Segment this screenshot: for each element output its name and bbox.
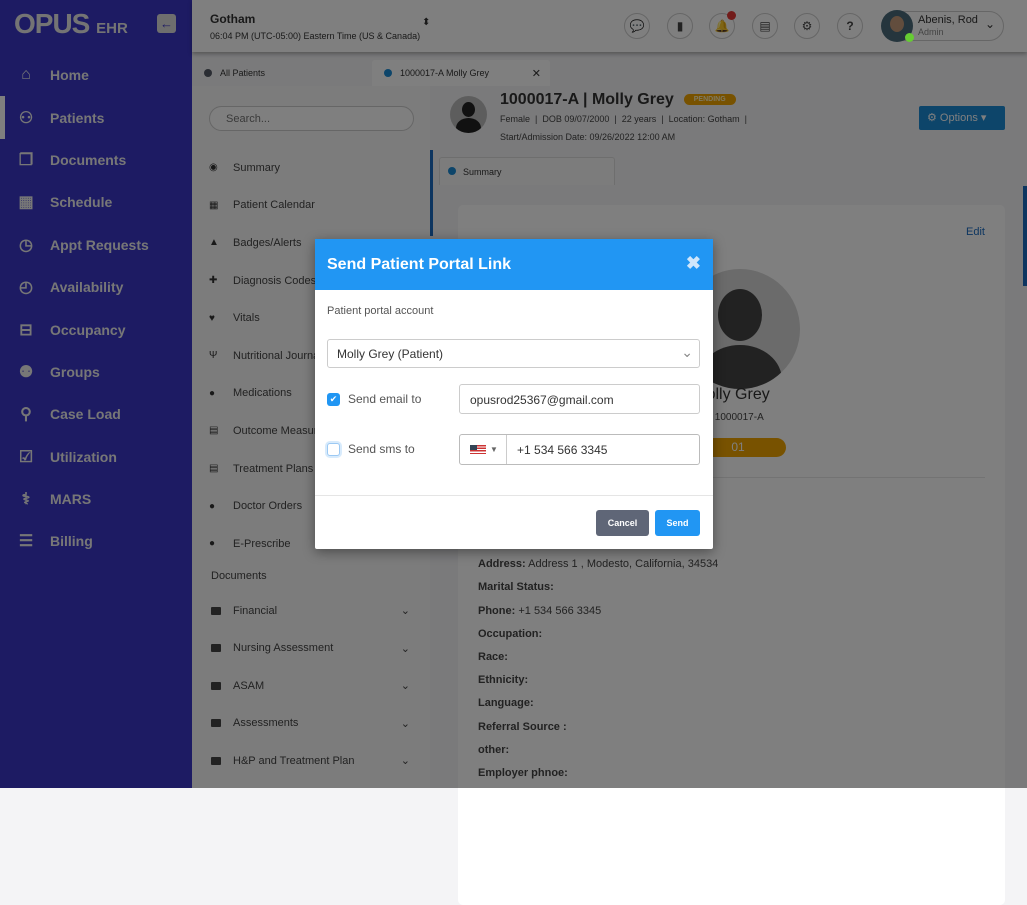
- chevron-down-icon: ⌄: [681, 344, 693, 360]
- online-status-icon: [905, 33, 914, 42]
- account-value: Molly Grey (Patient): [337, 347, 444, 361]
- sms-label: Send sms to: [348, 442, 415, 456]
- sms-checkbox[interactable]: [327, 442, 340, 456]
- email-checkbox[interactable]: ✔: [327, 392, 340, 406]
- email-label: Send email to: [348, 392, 422, 406]
- cancel-button[interactable]: Cancel: [596, 510, 649, 536]
- email-field[interactable]: opusrod25367@gmail.com: [459, 384, 700, 414]
- modal-header: Send Patient Portal Link ✖: [315, 239, 713, 290]
- modal-footer-divider: [315, 495, 713, 496]
- phone-input[interactable]: +1 534 566 3345: [517, 443, 607, 457]
- phone-field: ▼ +1 534 566 3345: [459, 434, 700, 465]
- modal-title: Send Patient Portal Link: [327, 256, 512, 273]
- email-value: opusrod25367@gmail.com: [470, 393, 614, 407]
- send-portal-link-modal: Send Patient Portal Link ✖ Patient portal…: [315, 239, 713, 549]
- sms-checkbox-row[interactable]: Send sms to: [327, 442, 415, 456]
- account-label: Patient portal account: [327, 305, 434, 317]
- account-select[interactable]: Molly Grey (Patient) ⌄: [327, 339, 700, 368]
- close-icon[interactable]: ✖: [686, 253, 701, 274]
- us-flag-icon: [470, 445, 486, 455]
- send-button[interactable]: Send: [655, 510, 700, 536]
- email-checkbox-row[interactable]: ✔ Send email to: [327, 392, 421, 406]
- country-selector[interactable]: ▼: [460, 435, 507, 464]
